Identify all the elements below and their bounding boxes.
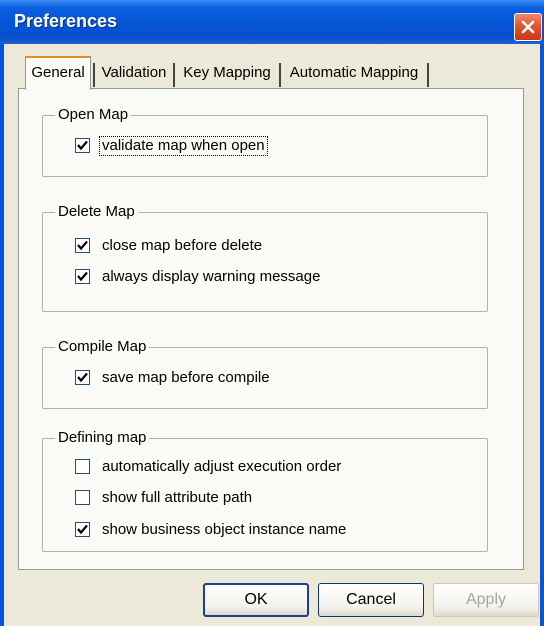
window-title: Preferences xyxy=(14,11,118,31)
option-label: show full attribute path xyxy=(102,489,253,506)
option-label: always display warning message xyxy=(102,268,321,285)
tab-key-mapping[interactable]: Key Mapping xyxy=(177,60,277,88)
group-title-delete-map: Delete Map xyxy=(55,202,138,222)
checkmark-icon xyxy=(77,271,88,282)
option-label: validate map when open xyxy=(99,136,268,156)
group-title-compile-map: Compile Map xyxy=(55,337,150,357)
window-frame-right xyxy=(540,44,544,626)
tab-separator xyxy=(173,63,175,87)
group-title-open-map: Open Map xyxy=(55,105,132,125)
tab-general[interactable]: General xyxy=(25,56,91,90)
checkmark-icon xyxy=(77,372,88,383)
title-bar[interactable]: Preferences xyxy=(0,0,544,44)
checkmark-icon xyxy=(77,240,88,251)
checkbox[interactable] xyxy=(75,269,90,284)
apply-button[interactable]: Apply xyxy=(433,583,539,617)
option-label: show business object instance name xyxy=(102,521,347,538)
group-delete-map: Delete Map xyxy=(42,202,488,312)
option-label: close map before delete xyxy=(102,237,263,254)
checkbox[interactable] xyxy=(75,238,90,253)
group-title-defining-map: Defining map xyxy=(55,428,150,448)
tab-separator xyxy=(427,63,429,87)
checkbox[interactable] xyxy=(75,522,90,537)
checkbox[interactable] xyxy=(75,459,90,474)
close-icon xyxy=(521,20,535,34)
cancel-button[interactable]: Cancel xyxy=(318,583,424,617)
window-frame-left xyxy=(0,44,4,626)
option-label: save map before compile xyxy=(102,369,270,386)
checkmark-icon xyxy=(77,524,88,535)
preferences-dialog: Preferences General Validation Key Mappi… xyxy=(0,0,544,626)
checkbox[interactable] xyxy=(75,370,90,385)
tab-separator xyxy=(93,63,95,87)
tab-validation[interactable]: Validation xyxy=(97,60,171,88)
option-label: automatically adjust execution order xyxy=(102,458,342,475)
checkbox[interactable] xyxy=(75,490,90,505)
checkbox[interactable] xyxy=(75,138,90,153)
checkmark-icon xyxy=(77,140,88,151)
tab-separator xyxy=(279,63,281,87)
ok-button[interactable]: OK xyxy=(203,583,309,617)
tab-automatic-mapping[interactable]: Automatic Mapping xyxy=(283,60,425,88)
close-button[interactable] xyxy=(514,13,542,41)
